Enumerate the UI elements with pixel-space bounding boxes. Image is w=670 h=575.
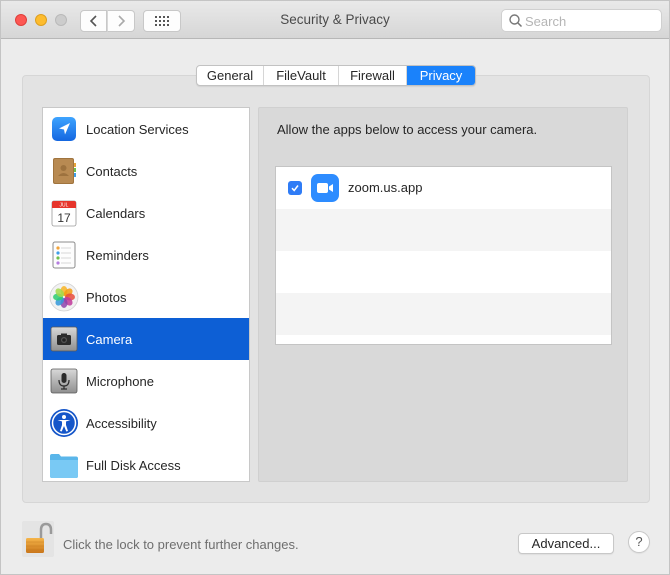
sidebar-item-location-services[interactable]: Location Services xyxy=(43,108,249,150)
empty-row xyxy=(276,209,611,251)
search-input[interactable] xyxy=(525,12,657,30)
empty-row xyxy=(276,335,611,344)
tab-privacy[interactable]: Privacy xyxy=(407,66,475,85)
search-field[interactable] xyxy=(501,9,662,32)
sidebar-item-label: Microphone xyxy=(86,373,154,389)
sidebar-item-microphone[interactable]: Microphone xyxy=(43,360,249,402)
camera-permissions-pane: Allow the apps below to access your came… xyxy=(258,107,628,482)
advanced-button[interactable]: Advanced... xyxy=(518,533,614,554)
svg-text:17: 17 xyxy=(57,211,71,225)
app-name: zoom.us.app xyxy=(348,180,423,195)
reminders-list-icon xyxy=(52,241,76,269)
sidebar-item-label: Calendars xyxy=(86,205,146,221)
sidebar-item-calendars[interactable]: JUL 17 Calendars xyxy=(43,192,249,234)
contacts-book-icon xyxy=(53,158,76,184)
microphone-icon xyxy=(50,368,78,394)
security-privacy-window: Security & Privacy General FileVault Fir… xyxy=(0,0,670,575)
calendar-icon: JUL 17 xyxy=(51,200,77,227)
sidebar-item-photos[interactable]: Photos xyxy=(43,276,249,318)
titlebar: Security & Privacy xyxy=(1,1,669,39)
lock-status-text: Click the lock to prevent further change… xyxy=(63,537,299,552)
camera-icon xyxy=(50,326,78,352)
app-permission-list: zoom.us.app xyxy=(275,166,612,345)
folder-icon xyxy=(50,454,78,478)
zoom-permission-checkbox[interactable] xyxy=(288,181,302,195)
sidebar-item-label: Photos xyxy=(86,289,127,305)
sidebar-item-label: Location Services xyxy=(86,121,189,137)
location-arrow-icon xyxy=(52,117,76,141)
sidebar-item-label: Reminders xyxy=(86,247,149,263)
sidebar-item-accessibility[interactable]: Accessibility xyxy=(43,402,249,444)
help-button[interactable]: ? xyxy=(628,531,650,553)
tab-bar: General FileVault Firewall Privacy xyxy=(196,65,476,86)
accessibility-person-icon xyxy=(50,409,78,437)
sidebar-item-full-disk-access[interactable]: Full Disk Access xyxy=(43,444,249,481)
sidebar-item-reminders[interactable]: Reminders xyxy=(43,234,249,276)
sidebar-item-label: Contacts xyxy=(86,163,138,179)
pane-description: Allow the apps below to access your came… xyxy=(277,122,538,137)
zoom-video-icon xyxy=(311,174,339,202)
padlock-open-icon xyxy=(22,521,54,557)
tab-filevault[interactable]: FileVault xyxy=(264,66,339,85)
search-icon xyxy=(509,14,523,28)
tab-firewall[interactable]: Firewall xyxy=(339,66,407,85)
sidebar-item-contacts[interactable]: Contacts xyxy=(43,150,249,192)
svg-text:JUL: JUL xyxy=(60,203,69,209)
unlocked-padlock-button[interactable] xyxy=(22,521,54,557)
photos-flower-icon xyxy=(49,282,79,312)
sidebar-item-label: Camera xyxy=(86,331,133,347)
checkmark-icon xyxy=(291,185,299,192)
sidebar-item-label: Full Disk Access xyxy=(86,457,181,473)
sidebar-item-label: Accessibility xyxy=(86,415,157,431)
sidebar-item-camera[interactable]: Camera xyxy=(43,318,249,360)
empty-row xyxy=(276,251,611,293)
privacy-category-list: Location Services Contacts JUL 17 Calend… xyxy=(42,107,250,482)
tab-general[interactable]: General xyxy=(197,66,264,85)
empty-row xyxy=(276,293,611,335)
app-row-zoom[interactable]: zoom.us.app xyxy=(276,167,611,209)
